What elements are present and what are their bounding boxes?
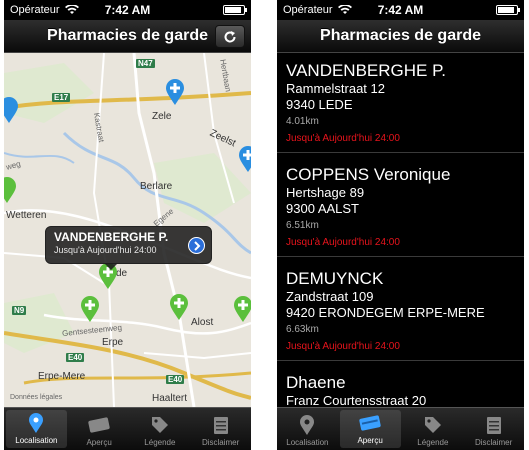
place-label: Erpe [102, 337, 124, 348]
location-pin-icon [25, 412, 47, 434]
tab-label: Aperçu [86, 438, 112, 447]
callout-hours: Jusqu'à Aujourd'hui 24:00 [54, 245, 157, 255]
tab-bar: Localisation Aperçu Légende Disclaimer [277, 407, 524, 450]
pharmacy-pin-green-icon[interactable] [4, 177, 16, 203]
refresh-button[interactable] [215, 25, 245, 48]
pharmacy-pin-blue-icon[interactable] [239, 146, 251, 172]
pharmacy-hours: Jusqu'à Aujourd'hui 24:00 [286, 237, 400, 248]
tab-label: Localisation [286, 438, 329, 447]
road-label: N9 [12, 306, 27, 315]
card-icon [88, 414, 110, 436]
pharmacy-pin-blue-icon[interactable] [166, 79, 184, 105]
pharmacy-callout[interactable]: VANDENBERGHE P. Jusqu'à Aujourd'hui 24:0… [45, 226, 212, 270]
tab-disclaimer[interactable]: Disclaimer [190, 408, 251, 450]
road-label: N47 [136, 59, 155, 68]
tab-label: Aperçu [357, 436, 383, 445]
place-label: Wetteren [6, 210, 47, 221]
pharmacy-city: 9420 ERONDEGEM ERPE-MERE [286, 305, 485, 320]
status-bar: Opérateur 7:42 AM [4, 0, 251, 20]
tab-label: Localisation [15, 436, 58, 445]
tab-label: Disclaimer [474, 438, 513, 447]
tab-bar: Localisation Aperçu Légende Disclaimer [4, 407, 251, 450]
list-item[interactable]: DEMUYNCK Zandstraat 109 9420 ERONDEGEM E… [277, 261, 524, 361]
list-item[interactable]: COPPENS Veronique Hertshage 89 9300 AALS… [277, 157, 524, 257]
list-item[interactable]: Dhaene Franz Courtensstraat 20 [277, 365, 524, 407]
nav-bar: Pharmacies de garde [277, 20, 524, 53]
page-title: Pharmacies de garde [320, 27, 481, 44]
tag-icon [422, 414, 444, 436]
tab-apercu[interactable]: Aperçu [69, 408, 130, 450]
pharmacy-distance: 6.51km [286, 220, 319, 231]
legal-link[interactable]: Données légales [10, 394, 62, 401]
tab-label: Disclaimer [201, 438, 240, 447]
disclosure-arrow-icon[interactable] [188, 237, 205, 254]
carrier-label: Opérateur [283, 4, 333, 16]
pharmacy-distance: 6.63km [286, 324, 319, 335]
tab-label: Légende [144, 438, 176, 447]
battery-icon [223, 5, 247, 15]
phone-list-view: Opérateur 7:42 AM Pharmacies de garde VA… [277, 0, 524, 450]
pharmacy-name: COPPENS Veronique [286, 165, 451, 184]
pharmacy-pin-green-icon[interactable] [81, 296, 99, 322]
pharmacy-street: Franz Courtensstraat 20 [286, 393, 427, 407]
tab-disclaimer[interactable]: Disclaimer [463, 408, 524, 450]
card-icon [359, 412, 381, 434]
wifi-icon [64, 5, 79, 15]
pharmacy-street: Hertshage 89 [286, 185, 365, 200]
map-view[interactable]: N47 E17 N9 E40 E40 Zele Berlare Wetteren… [4, 53, 251, 407]
list-item[interactable]: VANDENBERGHE P. Rammelstraat 12 9340 LED… [277, 53, 524, 153]
pharmacy-name: DEMUYNCK [286, 269, 384, 288]
place-label: Erpe-Mere [38, 371, 86, 382]
tab-label: Légende [417, 438, 449, 447]
place-label: Berlare [140, 181, 173, 192]
notepad-icon [483, 414, 505, 436]
place-label: Alost [191, 317, 214, 328]
pharmacy-pin-blue-icon[interactable] [4, 97, 18, 123]
pharmacy-hours: Jusqu'à Aujourd'hui 24:00 [286, 341, 400, 352]
pharmacy-name: VANDENBERGHE P. [286, 61, 446, 80]
phone-map-view: Opérateur 7:42 AM Pharmacies de garde N4… [4, 0, 251, 450]
road-label: E17 [52, 93, 71, 102]
battery-icon [496, 5, 520, 15]
pharmacy-street: Rammelstraat 12 [286, 81, 385, 96]
location-pin-icon [296, 414, 318, 436]
road-label: E40 [66, 353, 85, 362]
tab-apercu[interactable]: Aperçu [339, 410, 401, 448]
place-label: Zele [152, 111, 172, 122]
pharmacy-list[interactable]: VANDENBERGHE P. Rammelstraat 12 9340 LED… [277, 53, 524, 407]
pharmacy-city: 9340 LEDE [286, 97, 353, 112]
pharmacy-name: Dhaene [286, 373, 346, 392]
pharmacy-street: Zandstraat 109 [286, 289, 374, 304]
notepad-icon [210, 414, 232, 436]
pharmacy-hours: Jusqu'à Aujourd'hui 24:00 [286, 133, 400, 144]
place-label: Haaltert [152, 393, 188, 404]
tab-localisation[interactable]: Localisation [277, 408, 338, 450]
status-bar: Opérateur 7:42 AM [277, 0, 524, 20]
pharmacy-pin-green-icon[interactable] [170, 294, 188, 320]
carrier-label: Opérateur [10, 4, 60, 16]
road-label: E40 [166, 375, 185, 384]
pharmacy-city: 9300 AALST [286, 201, 359, 216]
callout-name: VANDENBERGHE P. [54, 230, 169, 244]
pharmacy-pin-green-icon[interactable] [234, 296, 251, 322]
tag-icon [149, 414, 171, 436]
wifi-icon [337, 5, 352, 15]
tab-localisation[interactable]: Localisation [6, 410, 67, 448]
nav-bar: Pharmacies de garde [4, 20, 251, 53]
tab-legende[interactable]: Légende [403, 408, 464, 450]
page-title: Pharmacies de garde [47, 27, 208, 44]
tab-legende[interactable]: Légende [130, 408, 191, 450]
refresh-icon [224, 30, 236, 43]
pharmacy-distance: 4.01km [286, 116, 319, 127]
